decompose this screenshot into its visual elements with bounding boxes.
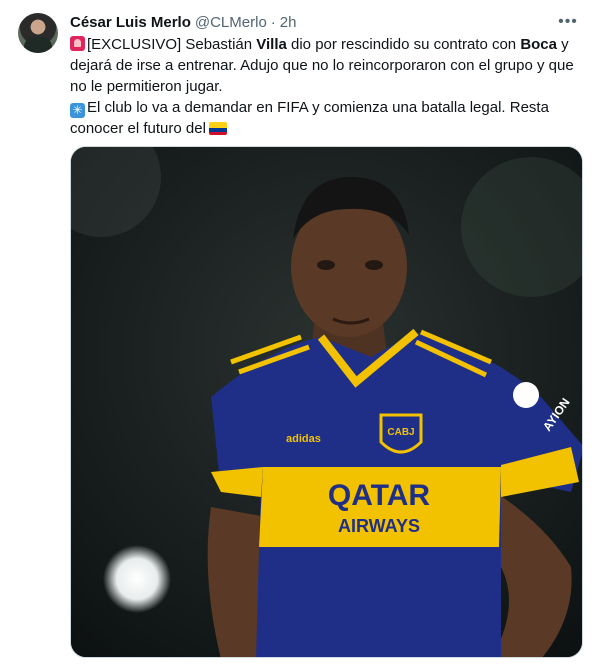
- tweet-text-segment: conocer el futuro del: [70, 120, 206, 137]
- tweet-text-segment: y: [557, 36, 569, 53]
- author-name[interactable]: César Luis Merlo: [70, 14, 191, 31]
- author-avatar[interactable]: [18, 13, 58, 53]
- tweet-bold-boca: Boca: [520, 36, 557, 53]
- player-photo-illustration: CABJ adidas QATAR AIRWAYS AYION: [71, 147, 582, 657]
- tweet-line-5: conocer el futuro del: [70, 118, 582, 139]
- tweet-text-segment: El club lo va a demandar en FIFA y comie…: [87, 99, 549, 116]
- tweet-text-segment: [EXCLUSIVO] Sebastián: [87, 36, 257, 53]
- eight-spoked-asterisk-emoji-icon: ✳: [70, 103, 85, 118]
- tweet-line-3: no le permitieron jugar.: [70, 78, 223, 95]
- tweet-line-1: [EXCLUSIVO] Sebastián Villa dio por resc…: [70, 34, 582, 55]
- tweet-photo[interactable]: CABJ adidas QATAR AIRWAYS AYION: [70, 146, 583, 658]
- sleeve-logo-mark: [513, 382, 539, 408]
- tweet-bold-villa: Villa: [256, 36, 287, 53]
- tweet-card[interactable]: César Luis Merlo @CLMerlo · 2h ••• [EXCL…: [0, 0, 592, 672]
- tweet-timestamp[interactable]: 2h: [280, 14, 297, 31]
- tweet-text: [EXCLUSIVO] Sebastián Villa dio por resc…: [70, 34, 582, 139]
- more-horizontal-icon[interactable]: •••: [556, 12, 580, 32]
- sponsor-line-2: AIRWAYS: [338, 516, 420, 536]
- sponsor-line-1: QATAR: [328, 479, 431, 512]
- colombia-flag-emoji-icon: [208, 122, 227, 135]
- avatar-figure: [24, 37, 52, 53]
- tweet-line-4: ✳ El club lo va a demandar en FIFA y comi…: [70, 97, 582, 118]
- tweet-text-segment: dio por rescindido su contrato con: [286, 36, 521, 53]
- club-crest-text: CABJ: [387, 427, 414, 438]
- author-handle[interactable]: @CLMerlo: [195, 14, 267, 31]
- brand-logo-text: adidas: [286, 433, 321, 445]
- police-light-emoji-icon: [70, 36, 85, 51]
- stadium-light: [103, 545, 171, 613]
- tweet-header: César Luis Merlo @CLMerlo · 2h: [70, 12, 578, 32]
- tweet-line-2: dejará de irse a entrenar. Adujo que no …: [70, 57, 574, 74]
- header-separator: ·: [270, 13, 276, 31]
